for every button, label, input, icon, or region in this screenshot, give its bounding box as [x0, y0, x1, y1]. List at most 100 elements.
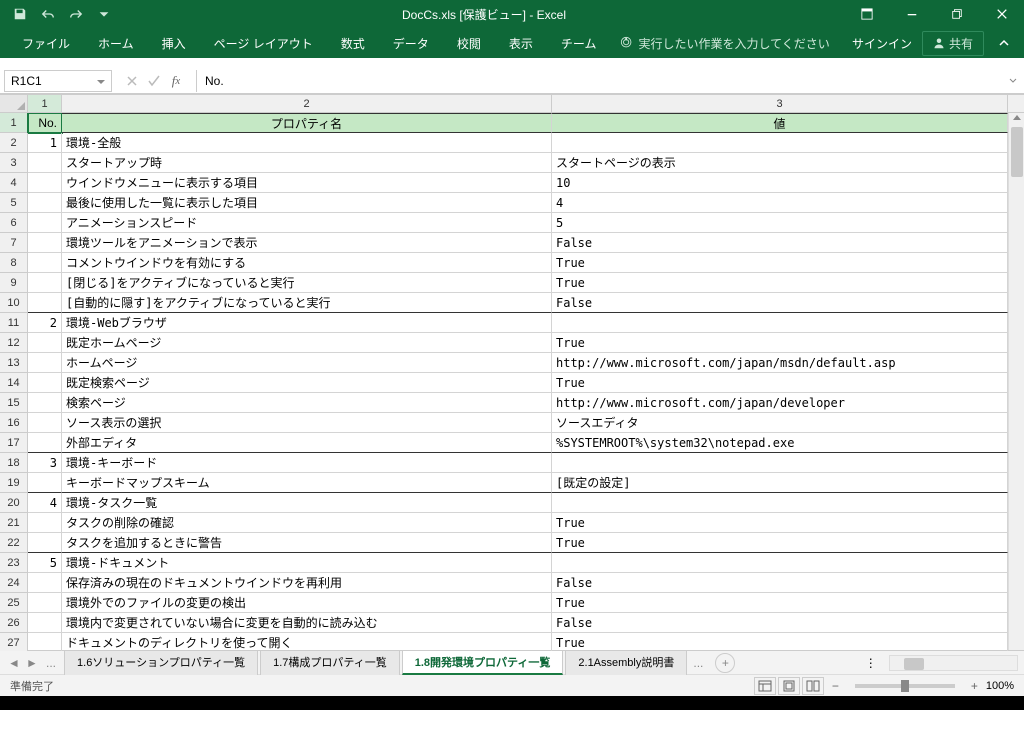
cell[interactable]: 環境-全般 [62, 133, 552, 153]
undo-button[interactable] [36, 2, 60, 26]
page-break-view-button[interactable] [802, 677, 824, 695]
collapse-ribbon-icon[interactable] [992, 31, 1016, 55]
sheet-tab[interactable]: 1.6ソリューションプロパティ一覧 [64, 650, 258, 675]
cell[interactable]: 外部エディタ [62, 433, 552, 453]
cell[interactable] [28, 233, 62, 253]
row-header[interactable]: 11 [0, 313, 28, 333]
cell[interactable]: 環境ツールをアニメーションで表示 [62, 233, 552, 253]
column-header[interactable]: 1 [28, 95, 62, 112]
cell[interactable]: 4 [552, 193, 1008, 213]
name-box[interactable]: R1C1 [4, 70, 112, 92]
row-header[interactable]: 21 [0, 513, 28, 533]
close-button[interactable] [979, 0, 1024, 28]
page-layout-view-button[interactable] [778, 677, 800, 695]
formula-input[interactable]: No. [196, 70, 1002, 92]
qat-customize-button[interactable] [92, 2, 116, 26]
cell[interactable]: False [552, 573, 1008, 593]
horizontal-scrollbar[interactable] [889, 655, 1018, 671]
cell[interactable]: タスクの削除の確認 [62, 513, 552, 533]
cell[interactable] [28, 613, 62, 633]
tab-insert[interactable]: 挿入 [148, 28, 200, 58]
cell[interactable]: 環境外でのファイルの変更の検出 [62, 593, 552, 613]
cell[interactable]: True [552, 593, 1008, 613]
tab-overflow-right[interactable]: ... [687, 656, 709, 670]
row-header[interactable]: 1 [0, 113, 28, 133]
enter-formula-icon[interactable] [144, 71, 164, 91]
cell[interactable] [552, 133, 1008, 153]
cell[interactable] [28, 353, 62, 373]
row-header[interactable]: 12 [0, 333, 28, 353]
row-header[interactable]: 14 [0, 373, 28, 393]
zoom-thumb[interactable] [901, 680, 909, 692]
signin-link[interactable]: サインイン [852, 35, 912, 52]
cell[interactable]: プロパティ名 [62, 113, 552, 133]
tab-file[interactable]: ファイル [8, 28, 84, 58]
cell[interactable]: 環境内で変更されていない場合に変更を自動的に読み込む [62, 613, 552, 633]
cell[interactable] [552, 553, 1008, 573]
tab-overflow-left[interactable]: ... [40, 656, 62, 670]
minimize-button[interactable] [889, 0, 934, 28]
row-header[interactable]: 22 [0, 533, 28, 553]
row-header[interactable]: 19 [0, 473, 28, 493]
cell[interactable]: コメントウインドウを有効にする [62, 253, 552, 273]
row-header[interactable]: 5 [0, 193, 28, 213]
sheet-tab[interactable]: 1.8開発環境プロパティ一覧 [402, 650, 564, 675]
cell[interactable]: True [552, 253, 1008, 273]
cell[interactable]: True [552, 373, 1008, 393]
row-header[interactable]: 24 [0, 573, 28, 593]
restore-button[interactable] [934, 0, 979, 28]
cell[interactable] [28, 213, 62, 233]
cell[interactable]: キーボードマップスキーム [62, 473, 552, 493]
cell[interactable]: スタートページの表示 [552, 153, 1008, 173]
cell[interactable] [28, 193, 62, 213]
cell[interactable]: スタートアップ時 [62, 153, 552, 173]
tab-page-layout[interactable]: ページ レイアウト [200, 28, 327, 58]
cell[interactable]: アニメーションスピード [62, 213, 552, 233]
zoom-slider[interactable] [855, 684, 955, 688]
row-header[interactable]: 17 [0, 433, 28, 453]
row-header[interactable]: 16 [0, 413, 28, 433]
cell[interactable] [28, 413, 62, 433]
cell[interactable] [28, 433, 62, 453]
cell[interactable]: True [552, 333, 1008, 353]
zoom-in-button[interactable]: + [971, 679, 978, 693]
cell[interactable] [28, 593, 62, 613]
vertical-scrollbar[interactable] [1008, 113, 1024, 650]
cell[interactable] [28, 513, 62, 533]
cell[interactable]: False [552, 233, 1008, 253]
cell[interactable]: 4 [28, 493, 62, 513]
grid-body[interactable]: 1No.プロパティ名値21環境-全般3スタートアップ時スタートページの表示4ウイ… [0, 113, 1024, 651]
row-header[interactable]: 4 [0, 173, 28, 193]
scroll-thumb[interactable] [904, 658, 924, 670]
cell[interactable] [28, 393, 62, 413]
cell[interactable]: [自動的に隠す]をアクティブになっていると実行 [62, 293, 552, 313]
cell[interactable]: 5 [552, 213, 1008, 233]
cell[interactable] [552, 453, 1008, 473]
cell[interactable]: False [552, 613, 1008, 633]
cell[interactable]: 1 [28, 133, 62, 153]
cell[interactable]: False [552, 293, 1008, 313]
cell[interactable] [28, 533, 62, 553]
cell[interactable]: 検索ページ [62, 393, 552, 413]
row-header[interactable]: 27 [0, 633, 28, 651]
cell[interactable] [28, 253, 62, 273]
column-header[interactable]: 2 [62, 95, 552, 112]
cell[interactable]: 環境-ドキュメント [62, 553, 552, 573]
cell[interactable] [28, 173, 62, 193]
redo-button[interactable] [64, 2, 88, 26]
cell[interactable]: [閉じる]をアクティブになっていると実行 [62, 273, 552, 293]
cell[interactable]: 3 [28, 453, 62, 473]
cell[interactable]: ソースエディタ [552, 413, 1008, 433]
row-header[interactable]: 15 [0, 393, 28, 413]
cell[interactable]: タスクを追加するときに警告 [62, 533, 552, 553]
share-button[interactable]: 共有 [922, 31, 984, 56]
cell[interactable]: 保存済みの現在のドキュメントウインドウを再利用 [62, 573, 552, 593]
sheet-tab[interactable]: 2.1Assembly説明書 [565, 650, 687, 675]
tab-home[interactable]: ホーム [84, 28, 148, 58]
select-all-button[interactable] [0, 95, 28, 112]
tab-team[interactable]: チーム [547, 28, 611, 58]
cell[interactable]: [既定の設定] [552, 473, 1008, 493]
cell[interactable]: ホームページ [62, 353, 552, 373]
cell[interactable] [28, 293, 62, 313]
row-header[interactable]: 26 [0, 613, 28, 633]
